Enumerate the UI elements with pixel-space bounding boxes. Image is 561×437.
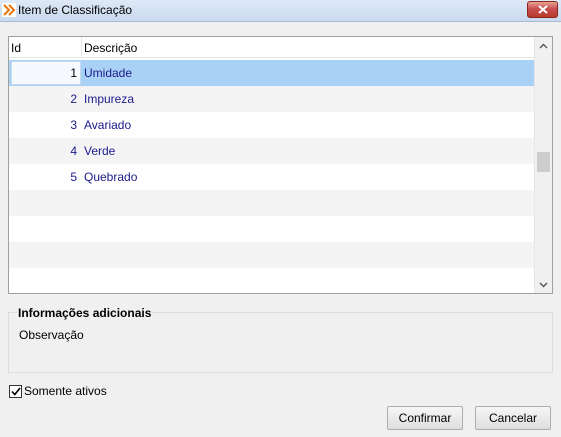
dialog-body: Id Descrição 1 Umidade 2 Impureza 3 Avar… xyxy=(0,22,561,437)
chevron-up-icon xyxy=(539,43,548,48)
table-row[interactable]: 2 Impureza xyxy=(9,86,534,112)
app-logo-icon xyxy=(2,3,16,17)
scroll-up-button[interactable] xyxy=(535,37,552,54)
observation-label: Observação xyxy=(19,328,84,342)
row-id: 1 xyxy=(70,66,77,80)
row-description: Impureza xyxy=(84,92,135,106)
close-button[interactable] xyxy=(527,1,558,18)
cancel-button[interactable]: Cancelar xyxy=(475,406,551,430)
classification-grid[interactable]: Id Descrição 1 Umidade 2 Impureza 3 Avar… xyxy=(8,36,553,294)
table-row[interactable]: 5 Quebrado xyxy=(9,164,534,190)
row-id: 3 xyxy=(70,118,77,132)
window-title: Item de Classificação xyxy=(18,3,133,17)
empty-row xyxy=(9,190,534,216)
checkmark-icon xyxy=(10,387,21,396)
column-separator[interactable] xyxy=(81,37,82,58)
table-row[interactable]: 3 Avariado xyxy=(9,112,534,138)
title-bar: Item de Classificação xyxy=(0,0,561,22)
active-only-filter[interactable]: Somente ativos xyxy=(9,384,107,398)
active-only-label[interactable]: Somente ativos xyxy=(24,384,107,398)
row-id: 5 xyxy=(70,170,77,184)
empty-row xyxy=(9,216,534,242)
additional-info-group: Informações adicionais Observação xyxy=(8,306,553,373)
confirm-button-label: Confirmar xyxy=(398,411,452,425)
group-title: Informações adicionais xyxy=(17,306,153,320)
confirm-button[interactable]: Confirmar xyxy=(387,406,463,430)
column-header-id[interactable]: Id xyxy=(11,41,21,55)
grid-header: Id Descrição xyxy=(9,37,535,58)
row-description: Verde xyxy=(84,144,116,158)
grid-rows: 1 Umidade 2 Impureza 3 Avariado 4 Verde … xyxy=(9,60,534,293)
scroll-down-button[interactable] xyxy=(535,276,552,293)
row-description: Quebrado xyxy=(84,170,138,184)
vertical-scrollbar[interactable] xyxy=(534,37,552,293)
empty-row xyxy=(9,242,534,268)
row-description: Umidade xyxy=(84,66,133,80)
row-description: Avariado xyxy=(84,118,132,132)
empty-row xyxy=(9,268,534,293)
column-header-description[interactable]: Descrição xyxy=(84,41,137,55)
close-icon xyxy=(537,5,548,14)
scrollbar-thumb[interactable] xyxy=(537,152,550,172)
active-only-checkbox[interactable] xyxy=(9,384,22,398)
cancel-button-label: Cancelar xyxy=(488,411,538,425)
row-id: 4 xyxy=(70,144,77,158)
table-row[interactable]: 1 Umidade xyxy=(9,60,534,86)
chevron-down-icon xyxy=(539,282,548,287)
row-id: 2 xyxy=(70,92,77,106)
table-row[interactable]: 4 Verde xyxy=(9,138,534,164)
